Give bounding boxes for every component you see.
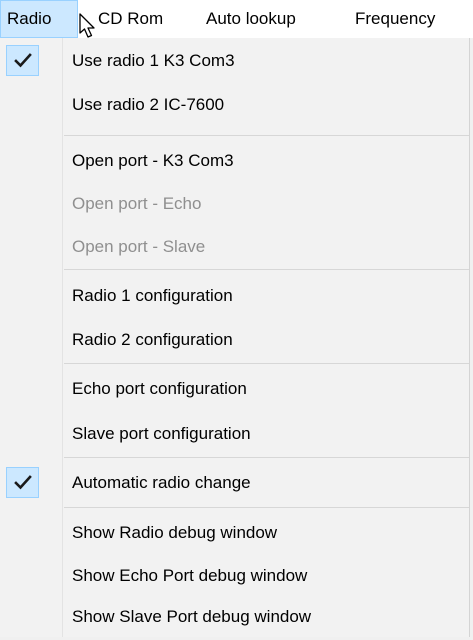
menu-item-slave-port-config[interactable]: Slave port configuration [0,411,469,457]
menu-item-label: Echo port configuration [72,379,247,398]
menu-item-label: Use radio 1 K3 Com3 [72,51,235,70]
menu-bar: Radio CD Rom Auto lookup Frequency [0,0,473,38]
menu-separator [64,135,469,136]
menu-item-label: Radio 2 configuration [72,330,233,349]
menu-item-use-radio-2[interactable]: Use radio 2 IC-7600 [0,82,469,128]
check-highlight [6,45,39,76]
menu-item-open-port-echo: Open port - Echo [0,181,469,227]
radio-dropdown-menu: Use radio 1 K3 Com3 Use radio 2 IC-7600 … [0,38,470,637]
menu-item-label: Open port - Slave [72,237,206,256]
menu-item-label: Automatic radio change [72,473,251,492]
menu-item-show-radio-debug[interactable]: Show Radio debug window [0,510,469,556]
menu-item-radio-2-config[interactable]: Radio 2 configuration [0,317,469,363]
menu-separator [64,269,469,270]
menubar-cd-rom[interactable]: CD Rom [98,0,163,38]
menubar-auto-lookup[interactable]: Auto lookup [206,0,296,38]
mouse-pointer-icon [79,13,95,38]
menu-item-automatic-radio-change[interactable]: Automatic radio change [0,460,469,506]
checkmark-icon [14,475,32,490]
check-highlight [6,467,39,498]
menu-separator [64,457,469,458]
menu-item-label: Show Echo Port debug window [72,566,308,585]
menu-item-show-echo-debug[interactable]: Show Echo Port debug window [0,553,469,599]
menubar-frequency[interactable]: Frequency [355,0,435,38]
menu-item-label: Use radio 2 IC-7600 [72,95,225,114]
menu-item-label: Show Radio debug window [72,523,278,542]
checkmark-icon [14,53,32,68]
menu-item-echo-port-config[interactable]: Echo port configuration [0,366,469,412]
menu-item-radio-1-config[interactable]: Radio 1 configuration [0,273,469,319]
menu-item-label: Open port - K3 Com3 [72,151,234,170]
menu-item-open-port-k3[interactable]: Open port - K3 Com3 [0,138,469,184]
menu-separator [64,363,469,364]
menubar-radio[interactable]: Radio [0,0,78,38]
menu-item-open-port-slave: Open port - Slave [0,224,469,270]
menu-item-show-slave-debug[interactable]: Show Slave Port debug window [0,594,469,640]
menu-item-label: Open port - Echo [72,194,202,213]
menu-separator [64,507,469,508]
menu-item-use-radio-1[interactable]: Use radio 1 K3 Com3 [0,38,469,84]
menu-item-label: Show Slave Port debug window [72,607,312,626]
menu-item-label: Radio 1 configuration [72,286,233,305]
menu-item-label: Slave port configuration [72,424,251,443]
